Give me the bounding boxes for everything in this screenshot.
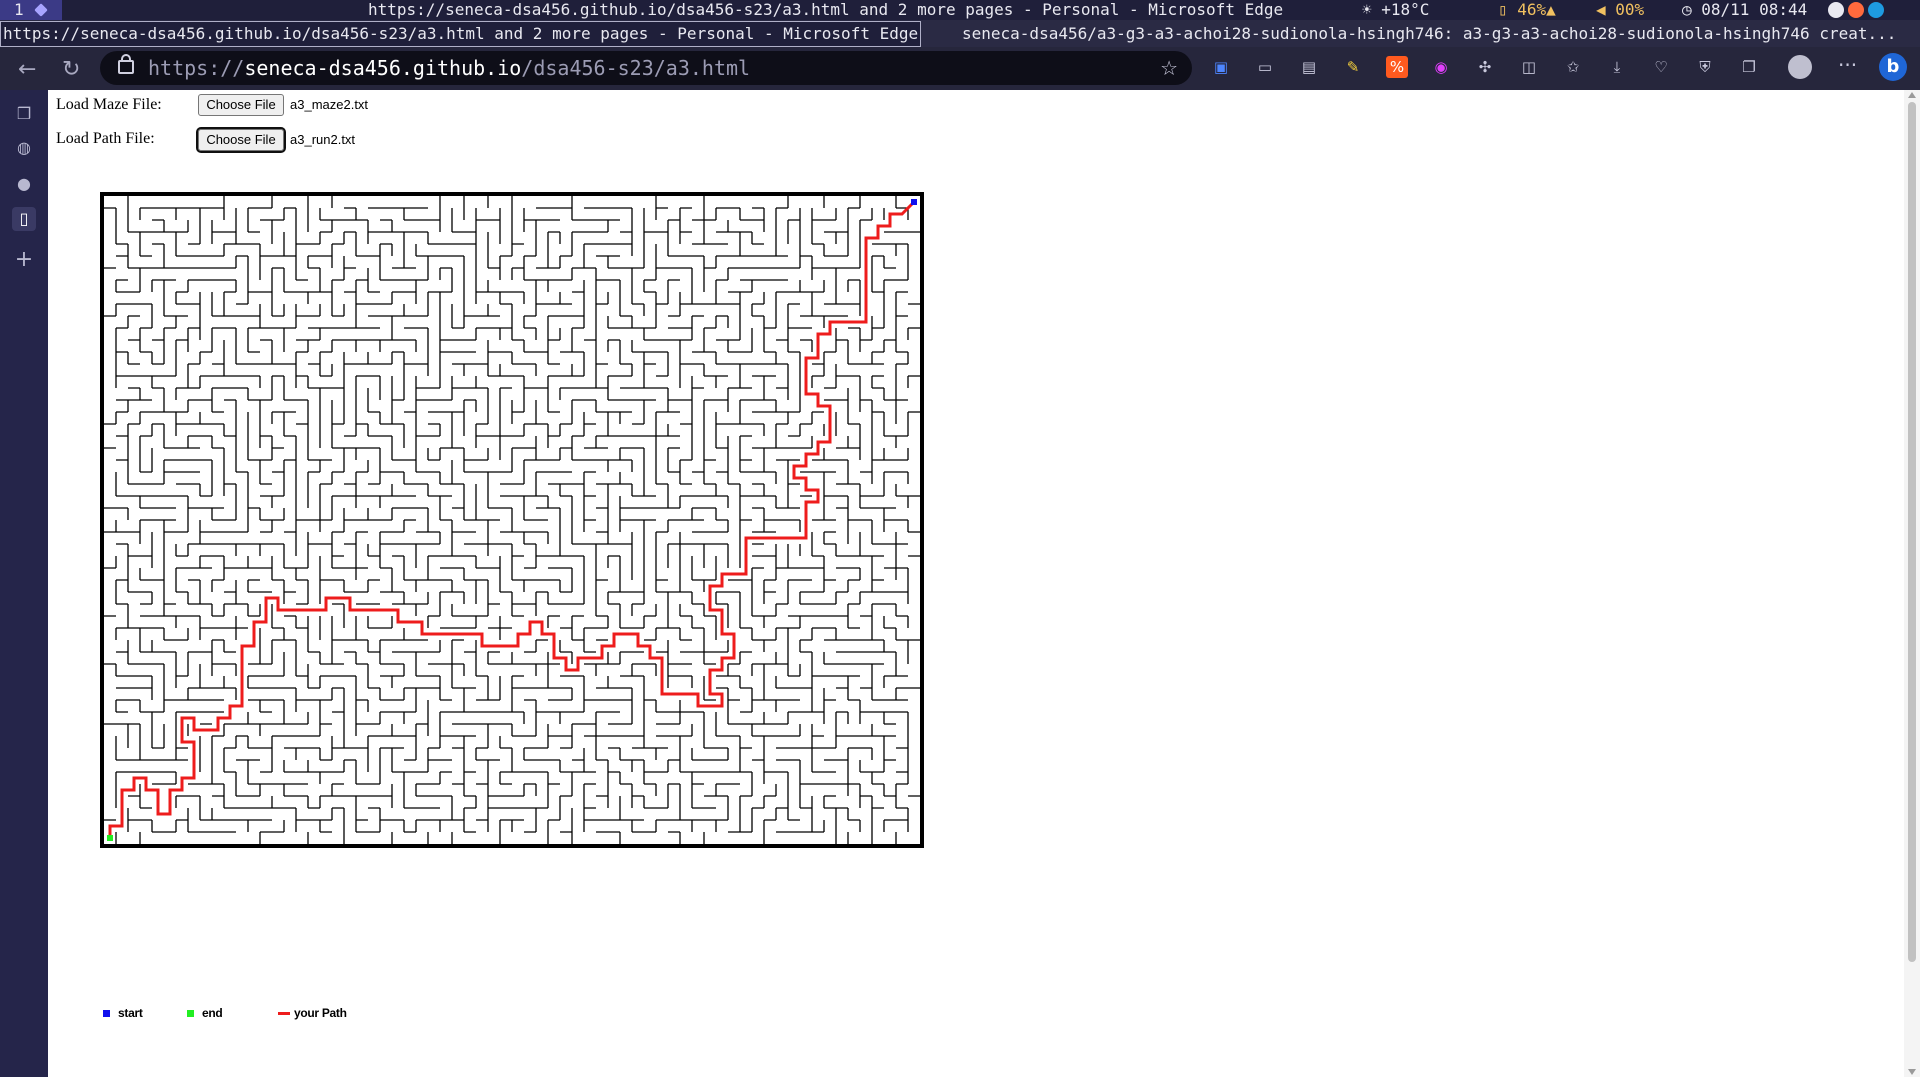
more-menu-icon[interactable]: ··· xyxy=(1838,53,1857,77)
percent-icon[interactable]: % xyxy=(1386,56,1408,78)
color-icon[interactable]: ◉ xyxy=(1430,56,1452,78)
scroll-up-arrow[interactable] xyxy=(1908,92,1916,98)
url-path: /dsa456-s23/a3.html xyxy=(521,56,751,80)
tab-actions-icon[interactable]: ❒ xyxy=(12,102,36,126)
performance-icon[interactable]: ♡ xyxy=(1650,56,1672,78)
collections-icon[interactable]: ❐ xyxy=(1738,56,1760,78)
path-file-name: a3_run2.txt xyxy=(290,132,356,147)
workspace-number: 1 xyxy=(14,0,24,19)
end-marker xyxy=(107,835,113,841)
browser-toolbar: ← ↻ https://seneca-dsa456.github.io/dsa4… xyxy=(0,47,1920,90)
legend-start: start xyxy=(103,1006,143,1020)
legend-path-label: your Path xyxy=(294,1006,347,1020)
page-scrollbar[interactable] xyxy=(1904,90,1920,1077)
page-content: Load Maze File: Choose File a3_maze2.txt… xyxy=(48,90,1904,1077)
screencast-icon[interactable]: ▭ xyxy=(1254,56,1276,78)
github-icon[interactable]: ◍ xyxy=(12,136,36,160)
url-host: seneca-dsa456.github.io xyxy=(244,56,522,80)
legend-start-swatch xyxy=(103,1010,110,1018)
scrollbar-thumb[interactable] xyxy=(1908,102,1916,962)
bitwarden-icon[interactable]: ▣ xyxy=(1210,56,1232,78)
workspace-indicator[interactable]: 1 xyxy=(0,0,62,20)
add-favorite-icon[interactable]: ☆ xyxy=(1160,51,1178,85)
legend-end-label: end xyxy=(202,1006,223,1020)
system-tray xyxy=(1828,2,1918,18)
scroll-down-arrow[interactable] xyxy=(1908,1069,1916,1075)
clock-readout: ◷ 08/11 08:44 xyxy=(1682,0,1808,19)
path-file-label: Load Path File: xyxy=(56,130,155,147)
maze-walls xyxy=(104,196,920,844)
legend-path-swatch xyxy=(278,1012,290,1016)
legend-end: end xyxy=(187,1006,223,1020)
tab-github[interactable]: seneca-dsa456/a3-g3-a3-achoi28-sudionola… xyxy=(962,20,1896,47)
system-status-bar: 1 https://seneca-dsa456.github.io/dsa456… xyxy=(0,0,1920,20)
tray-firefox-icon[interactable] xyxy=(1848,2,1864,18)
extensions-icon[interactable]: ✣ xyxy=(1474,56,1496,78)
volume-readout: ◀ 00% xyxy=(1596,0,1645,19)
bing-copilot-icon[interactable]: b xyxy=(1879,53,1907,81)
github-active-icon[interactable]: ● xyxy=(12,172,36,196)
add-site-icon[interactable]: + xyxy=(12,248,36,272)
maze-canvas xyxy=(100,192,924,848)
tab-bar: https://seneca-dsa456.github.io/dsa456-s… xyxy=(0,20,1920,47)
refresh-icon[interactable]: ↻ xyxy=(62,57,80,82)
choose-path-file-button[interactable]: Choose File xyxy=(196,127,286,153)
media-icon[interactable]: ▤ xyxy=(1298,56,1320,78)
address-url[interactable]: https://seneca-dsa456.github.io/dsa456-s… xyxy=(148,51,750,85)
workspace-icon xyxy=(34,3,48,17)
split-screen-icon[interactable]: ◫ xyxy=(1518,56,1540,78)
maze-file-name: a3_maze2.txt xyxy=(290,97,369,112)
choose-maze-file-button[interactable]: Choose File xyxy=(198,94,284,116)
downloads-icon[interactable]: ⤓ xyxy=(1606,56,1628,78)
url-scheme: https:// xyxy=(148,56,245,80)
edge-sidebar: ❒ ◍ ● ▯ + xyxy=(0,90,48,1077)
document-icon[interactable]: ▯ xyxy=(12,207,36,231)
weather-readout: ☀ +18°C xyxy=(1362,0,1430,19)
lock-icon[interactable] xyxy=(118,54,134,74)
back-arrow-icon[interactable]: ← xyxy=(18,57,36,82)
battery-readout: ▯ 46%▲ xyxy=(1498,0,1556,19)
maze-file-label: Load Maze File: xyxy=(56,96,162,113)
pen-icon[interactable]: ✎ xyxy=(1342,56,1364,78)
start-marker xyxy=(911,199,917,205)
tab-active[interactable]: https://seneca-dsa456.github.io/dsa456-s… xyxy=(0,21,922,47)
window-title: https://seneca-dsa456.github.io/dsa456-s… xyxy=(368,0,1284,19)
tray-app-icon[interactable] xyxy=(1828,2,1844,18)
legend-end-swatch xyxy=(187,1010,194,1018)
tray-edge-icon[interactable] xyxy=(1868,2,1884,18)
legend-start-label: start xyxy=(118,1006,143,1020)
legend-path: your Path xyxy=(278,1006,347,1020)
profile-avatar[interactable] xyxy=(1788,55,1812,79)
address-bar[interactable]: https://seneca-dsa456.github.io/dsa456-s… xyxy=(100,51,1192,85)
browser-essentials-icon[interactable]: ⛨ xyxy=(1694,56,1716,78)
favorites-icon[interactable]: ✩ xyxy=(1562,56,1584,78)
